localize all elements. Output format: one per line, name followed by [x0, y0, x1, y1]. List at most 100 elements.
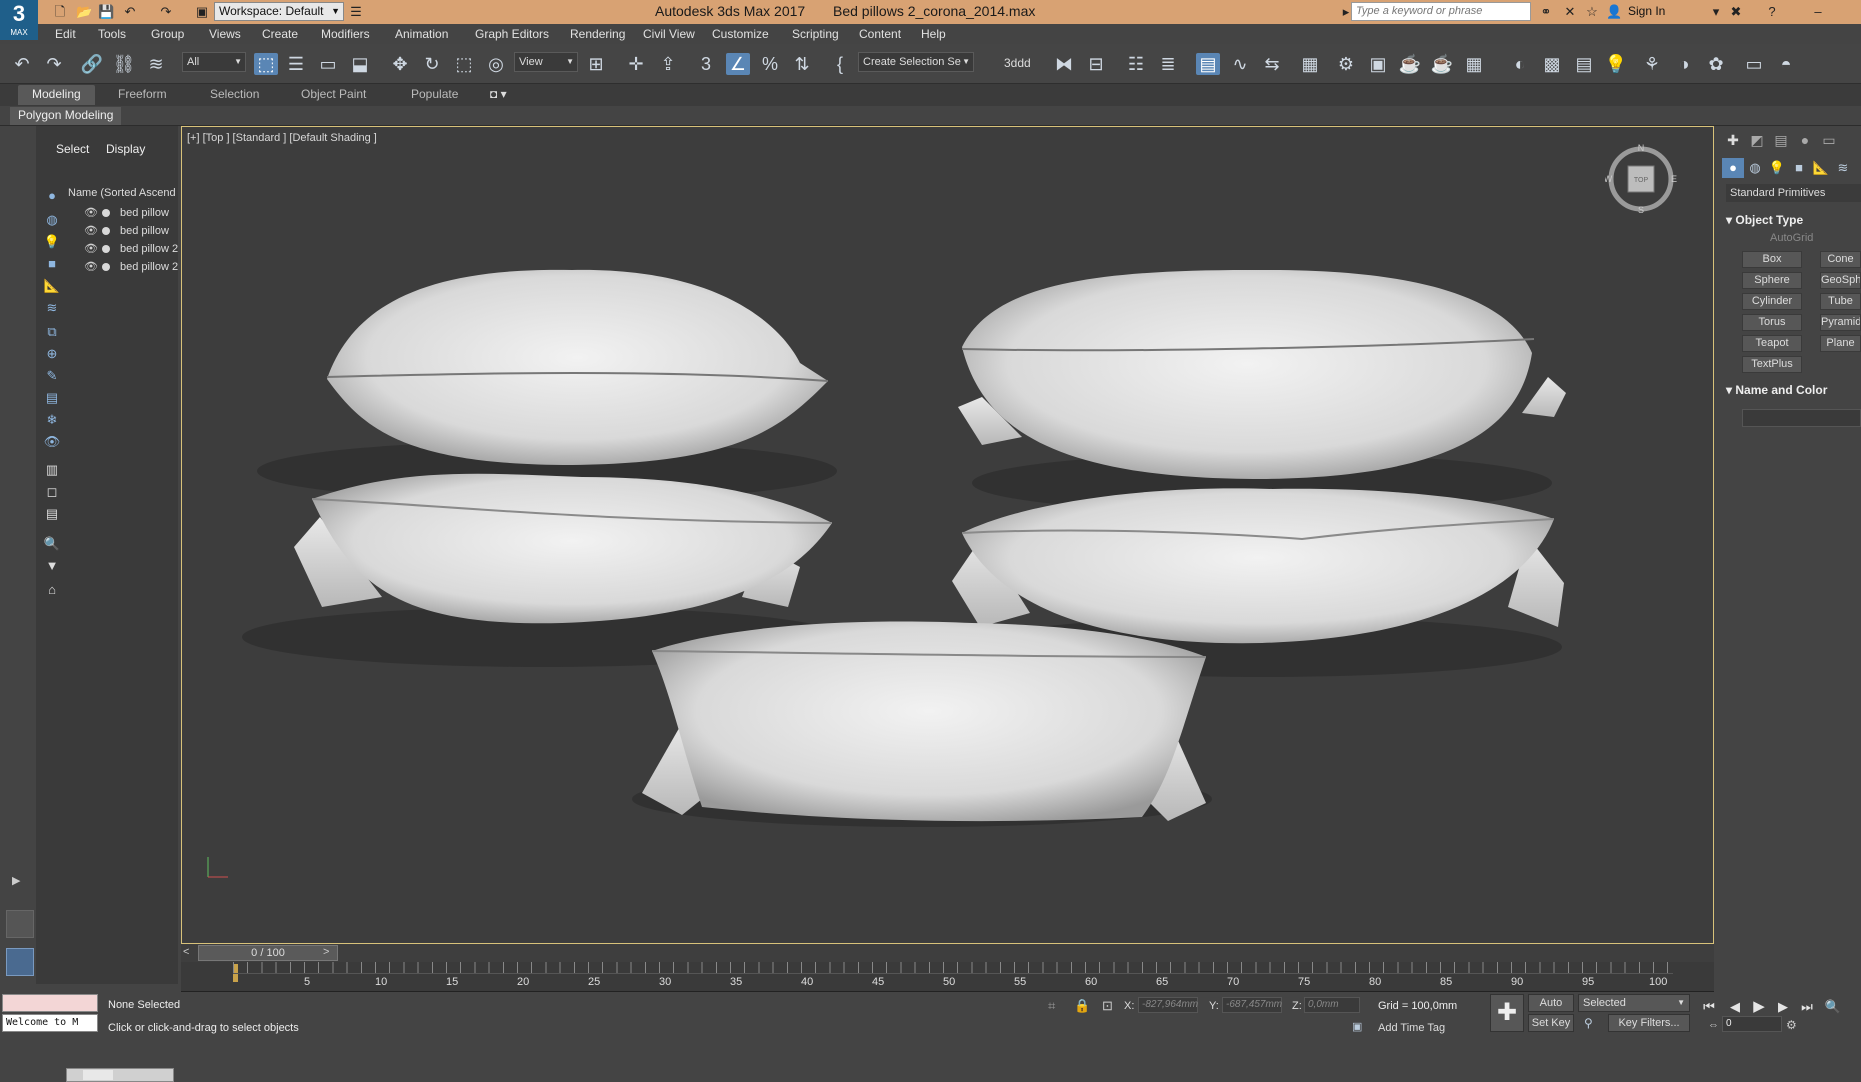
menu-rendering[interactable]: Rendering — [570, 27, 625, 41]
tab-selection[interactable]: Selection — [210, 87, 259, 101]
geosphere-button[interactable]: GeoSphere — [1820, 272, 1861, 289]
time-tag-icon[interactable]: ▣ — [1352, 1020, 1362, 1033]
cameras-icon[interactable]: ■ — [1788, 158, 1810, 178]
current-frame-field[interactable]: 0 — [1722, 1016, 1782, 1032]
autogrid-checkbox[interactable]: AutoGrid — [1770, 232, 1813, 244]
next-frame-icon[interactable]: ▶ — [1774, 998, 1792, 1016]
edit-named-selection-icon[interactable]: { — [828, 53, 852, 75]
undo-icon[interactable]: ↶ — [122, 4, 138, 19]
material-editor-icon[interactable]: ▦ — [1298, 53, 1322, 75]
go-to-start-icon[interactable]: ⏮ — [1700, 998, 1718, 1016]
menu-content[interactable]: Content — [859, 27, 901, 41]
render-dot-icon[interactable] — [102, 245, 110, 253]
named-selection-dropdown[interactable]: Create Selection Se ▼ — [858, 52, 974, 72]
dropdown-arrow-icon[interactable]: ▾ — [1708, 4, 1724, 19]
menu-civil-view[interactable]: Civil View — [643, 27, 695, 41]
play-icon[interactable]: ▶ — [1750, 998, 1768, 1016]
display-all-icon[interactable]: ▥ — [40, 460, 64, 480]
menu-tools[interactable]: Tools — [98, 27, 126, 41]
project-folder-icon[interactable]: ▣ — [194, 4, 210, 19]
save-icon[interactable]: 💾 — [98, 4, 114, 19]
shapes-icon[interactable]: ◍ — [1744, 158, 1766, 178]
corona-camera-icon[interactable]: ⚘ — [1640, 53, 1664, 75]
z-coordinate-field[interactable]: 0,0mm — [1304, 997, 1360, 1013]
render-production-icon[interactable]: ☕ — [1398, 53, 1422, 75]
explorer-row[interactable]: 👁 bed pillow — [66, 222, 178, 240]
tab-freeform[interactable]: Freeform — [118, 87, 167, 101]
render-iterative-icon[interactable]: ☕ — [1430, 53, 1454, 75]
geometry-filter-icon[interactable]: ● — [40, 186, 64, 206]
layer-explorer-icon[interactable]: ≣ — [1156, 53, 1180, 75]
bind-space-warp-icon[interactable]: ≋ — [144, 53, 168, 75]
pyramid-button[interactable]: Pyramid — [1820, 314, 1861, 331]
selection-lock-icon[interactable]: 🔒 — [1074, 998, 1090, 1014]
select-object-icon[interactable]: ⬚ — [254, 53, 278, 75]
cameras-filter-icon[interactable]: ■ — [40, 254, 64, 274]
explorer-row[interactable]: 👁 bed pillow 2 — [66, 240, 178, 258]
help-icon[interactable]: ? — [1764, 4, 1780, 19]
undo-icon[interactable]: ↶ — [10, 53, 34, 75]
unlink-icon[interactable]: ⛓ — [112, 53, 136, 75]
pillow-scene[interactable] — [182, 127, 1713, 943]
open-file-icon[interactable]: 📂 — [76, 4, 92, 19]
auto-key-button[interactable]: Auto Key — [1528, 994, 1574, 1025]
corona-converter-icon[interactable]: ▤ — [1572, 53, 1596, 75]
key-set-dropdown[interactable]: Selected ▼ — [1578, 994, 1690, 1012]
snaps-toggle-icon[interactable]: 3 — [694, 53, 718, 75]
set-key-button[interactable]: Set Key — [1528, 1014, 1574, 1032]
app-logo[interactable]: 3 MAX — [0, 0, 38, 40]
add-time-tag[interactable]: Add Time Tag — [1378, 1022, 1445, 1034]
explorer-name-header[interactable]: Name (Sorted Ascend — [66, 184, 178, 202]
rectangular-selection-icon[interactable]: ▭ — [316, 53, 340, 75]
time-slider[interactable]: < 0 / 100 > — [181, 944, 1714, 962]
sign-in-link[interactable]: Sign In — [1628, 4, 1665, 18]
percent-snap-icon[interactable]: % — [758, 53, 782, 75]
visibility-eye-icon[interactable]: 👁 — [84, 222, 98, 240]
exchange-apps-icon[interactable]: ✖ — [1728, 4, 1744, 19]
menu-views[interactable]: Views — [209, 27, 241, 41]
schematic-view-icon[interactable]: ⇆ — [1260, 53, 1284, 75]
visibility-eye-icon[interactable]: 👁 — [84, 240, 98, 258]
menu-create[interactable]: Create — [262, 27, 298, 41]
menu-help[interactable]: Help — [921, 27, 946, 41]
polygon-modeling-panel[interactable]: Polygon Modeling — [10, 107, 122, 125]
object-name-input[interactable] — [1742, 409, 1861, 427]
x-coordinate-field[interactable]: -827,964mm — [1138, 997, 1198, 1013]
menu-animation[interactable]: Animation — [395, 27, 448, 41]
name-and-color-rollout[interactable]: ▾ Name and Color — [1726, 383, 1827, 397]
bones-filter-icon[interactable]: ✎ — [40, 366, 64, 386]
subscription-icon[interactable]: ✕ — [1562, 4, 1578, 19]
link-icon[interactable]: 🔗 — [80, 53, 104, 75]
layer-icon[interactable]: ⌂ — [40, 580, 64, 600]
timeline-ruler[interactable]: 5 10 15 20 25 30 35 40 45 50 55 60 65 70… — [181, 962, 1714, 992]
viewport-layout-active-icon[interactable] — [6, 948, 34, 976]
geometry-icon[interactable]: ● — [1722, 158, 1744, 178]
object-type-rollout[interactable]: ▾ Object Type — [1726, 213, 1803, 227]
create-tab-icon[interactable]: ✚ — [1722, 130, 1744, 150]
time-prev-icon[interactable]: < — [183, 946, 189, 958]
curve-editor-icon[interactable]: ∿ — [1228, 53, 1252, 75]
torus-button[interactable]: Torus — [1742, 314, 1802, 331]
visibility-eye-icon[interactable]: 👁 — [84, 204, 98, 222]
helpers-icon[interactable]: 📐 — [1810, 158, 1832, 178]
mirror-icon[interactable]: ⧓ — [1052, 53, 1076, 75]
y-coordinate-field[interactable]: -687,457mm — [1222, 997, 1282, 1013]
menu-customize[interactable]: Customize — [712, 27, 769, 41]
hierarchy-tab-icon[interactable]: ▤ — [1770, 130, 1792, 150]
teapot-button[interactable]: Teapot — [1742, 335, 1802, 352]
workspace-dropdown[interactable]: Workspace: Default ▼ — [214, 2, 344, 21]
pivot-center-icon[interactable]: ⊞ — [584, 53, 608, 75]
lights-icon[interactable]: 💡 — [1766, 158, 1788, 178]
plane-button[interactable]: Plane — [1820, 335, 1861, 352]
tab-object-paint[interactable]: Object Paint — [301, 87, 366, 101]
maxscript-mini-listener[interactable]: Welcome to M — [2, 1014, 98, 1032]
menu-edit[interactable]: Edit — [55, 27, 76, 41]
tab-select[interactable]: Select — [56, 142, 89, 156]
spacewarps-filter-icon[interactable]: ≋ — [40, 298, 64, 318]
corona-proxy-icon[interactable]: ✿ — [1704, 53, 1728, 75]
selection-filter-dropdown[interactable]: All ▼ — [182, 52, 246, 72]
set-key-big-icon[interactable]: ✚ — [1490, 994, 1524, 1032]
select-by-name-icon[interactable]: ☰ — [284, 53, 308, 75]
favorites-star-icon[interactable]: ☆ — [1584, 4, 1600, 19]
redo-icon[interactable]: ↷ — [158, 4, 174, 19]
